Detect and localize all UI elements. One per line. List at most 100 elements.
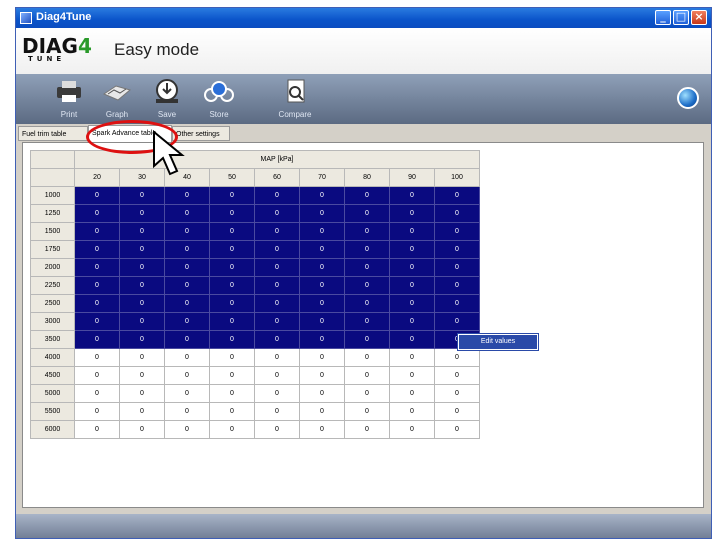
- table-cell[interactable]: 0: [209, 420, 255, 439]
- row-header[interactable]: 2500: [30, 294, 75, 313]
- table-cell[interactable]: 0: [389, 366, 435, 385]
- print-button[interactable]: Print: [46, 78, 92, 122]
- table-cell[interactable]: 0: [299, 222, 345, 241]
- table-cell[interactable]: 0: [434, 186, 480, 205]
- table-cell[interactable]: 0: [119, 276, 165, 295]
- table-cell[interactable]: 0: [254, 420, 300, 439]
- table-cell[interactable]: 0: [254, 222, 300, 241]
- table-cell[interactable]: 0: [344, 420, 390, 439]
- table-cell[interactable]: 0: [74, 384, 120, 403]
- table-cell[interactable]: 0: [299, 312, 345, 331]
- table-cell[interactable]: 0: [164, 312, 210, 331]
- table-cell[interactable]: 0: [209, 258, 255, 277]
- table-cell[interactable]: 0: [389, 222, 435, 241]
- table-cell[interactable]: 0: [254, 384, 300, 403]
- table-cell[interactable]: 0: [164, 348, 210, 367]
- table-cell[interactable]: 0: [434, 240, 480, 259]
- table-cell[interactable]: 0: [164, 222, 210, 241]
- table-cell[interactable]: 0: [254, 258, 300, 277]
- table-cell[interactable]: 0: [74, 186, 120, 205]
- row-header[interactable]: 1500: [30, 222, 75, 241]
- store-button[interactable]: Store: [196, 78, 242, 122]
- table-cell[interactable]: 0: [254, 402, 300, 421]
- table-cell[interactable]: 0: [299, 348, 345, 367]
- table-cell[interactable]: 0: [344, 258, 390, 277]
- compare-button[interactable]: Compare: [272, 78, 318, 122]
- table-cell[interactable]: 0: [74, 402, 120, 421]
- table-cell[interactable]: 0: [164, 366, 210, 385]
- table-cell[interactable]: 0: [299, 366, 345, 385]
- table-cell[interactable]: 0: [74, 222, 120, 241]
- table-cell[interactable]: 0: [344, 240, 390, 259]
- table-cell[interactable]: 0: [119, 294, 165, 313]
- table-cell[interactable]: 0: [164, 330, 210, 349]
- table-cell[interactable]: 0: [74, 294, 120, 313]
- table-cell[interactable]: 0: [434, 258, 480, 277]
- table-cell[interactable]: 0: [74, 240, 120, 259]
- table-cell[interactable]: 0: [299, 294, 345, 313]
- row-header[interactable]: 1250: [30, 204, 75, 223]
- table-cell[interactable]: 0: [254, 186, 300, 205]
- table-cell[interactable]: 0: [74, 204, 120, 223]
- minimize-button[interactable]: _: [655, 10, 671, 25]
- context-menu-edit-values[interactable]: Edit values: [458, 334, 538, 350]
- table-cell[interactable]: 0: [389, 240, 435, 259]
- table-cell[interactable]: 0: [209, 366, 255, 385]
- table-cell[interactable]: 0: [434, 402, 480, 421]
- table-cell[interactable]: 0: [299, 276, 345, 295]
- table-cell[interactable]: 0: [209, 294, 255, 313]
- table-cell[interactable]: 0: [254, 204, 300, 223]
- table-cell[interactable]: 0: [74, 420, 120, 439]
- row-header[interactable]: 4500: [30, 366, 75, 385]
- table-cell[interactable]: 0: [119, 186, 165, 205]
- row-header[interactable]: 4000: [30, 348, 75, 367]
- table-cell[interactable]: 0: [209, 186, 255, 205]
- table-cell[interactable]: 0: [344, 222, 390, 241]
- table-cell[interactable]: 0: [299, 204, 345, 223]
- table-cell[interactable]: 0: [434, 204, 480, 223]
- row-header[interactable]: 3500: [30, 330, 75, 349]
- table-cell[interactable]: 0: [434, 420, 480, 439]
- table-cell[interactable]: 0: [164, 258, 210, 277]
- table-cell[interactable]: 0: [74, 312, 120, 331]
- table-cell[interactable]: 0: [344, 402, 390, 421]
- table-cell[interactable]: 0: [254, 294, 300, 313]
- table-cell[interactable]: 0: [119, 366, 165, 385]
- table-cell[interactable]: 0: [119, 258, 165, 277]
- table-cell[interactable]: 0: [299, 330, 345, 349]
- tab-fuel-trim[interactable]: Fuel trim table: [18, 126, 88, 141]
- table-cell[interactable]: 0: [209, 330, 255, 349]
- table-cell[interactable]: 0: [164, 294, 210, 313]
- row-header[interactable]: 2000: [30, 258, 75, 277]
- table-cell[interactable]: 0: [74, 348, 120, 367]
- table-cell[interactable]: 0: [344, 276, 390, 295]
- table-cell[interactable]: 0: [74, 276, 120, 295]
- row-header[interactable]: 6000: [30, 420, 75, 439]
- row-header[interactable]: 5000: [30, 384, 75, 403]
- table-cell[interactable]: 0: [344, 366, 390, 385]
- table-cell[interactable]: 0: [74, 366, 120, 385]
- table-cell[interactable]: 0: [254, 240, 300, 259]
- table-cell[interactable]: 0: [344, 186, 390, 205]
- table-cell[interactable]: 0: [209, 240, 255, 259]
- table-cell[interactable]: 0: [344, 204, 390, 223]
- table-cell[interactable]: 0: [254, 366, 300, 385]
- table-cell[interactable]: 0: [209, 384, 255, 403]
- table-cell[interactable]: 0: [299, 186, 345, 205]
- table-cell[interactable]: 0: [119, 240, 165, 259]
- table-cell[interactable]: 0: [119, 312, 165, 331]
- row-header[interactable]: 5500: [30, 402, 75, 421]
- table-cell[interactable]: 0: [74, 258, 120, 277]
- table-cell[interactable]: 0: [344, 348, 390, 367]
- table-cell[interactable]: 0: [119, 384, 165, 403]
- table-cell[interactable]: 0: [434, 348, 480, 367]
- table-cell[interactable]: 0: [344, 294, 390, 313]
- table-cell[interactable]: 0: [389, 276, 435, 295]
- column-header[interactable]: 70: [299, 168, 345, 187]
- table-cell[interactable]: 0: [209, 348, 255, 367]
- graph-button[interactable]: Graph: [94, 78, 140, 122]
- row-header[interactable]: 1000: [30, 186, 75, 205]
- column-header[interactable]: 20: [74, 168, 120, 187]
- row-header[interactable]: 1750: [30, 240, 75, 259]
- table-cell[interactable]: 0: [389, 384, 435, 403]
